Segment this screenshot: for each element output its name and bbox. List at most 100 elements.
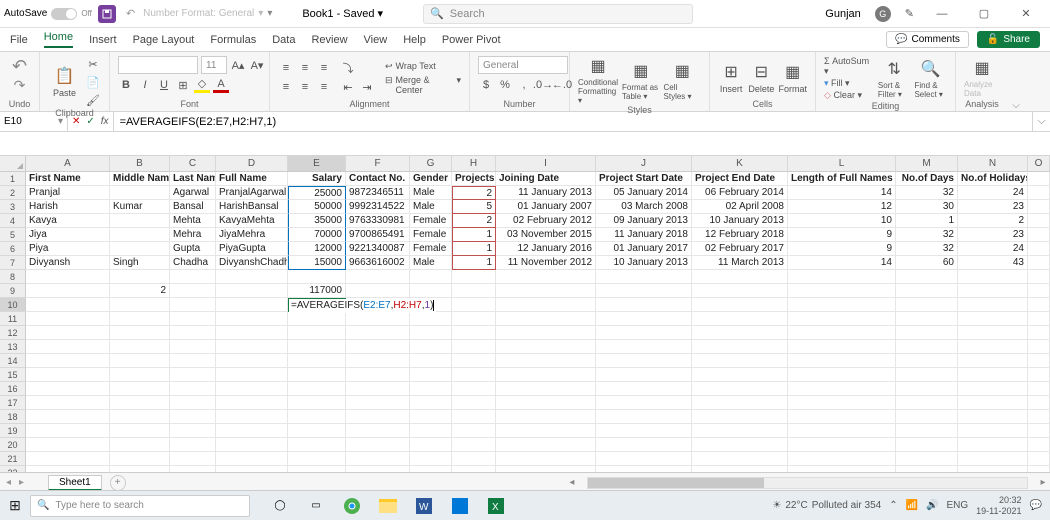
cell[interactable]: PiyaGupta (216, 242, 288, 256)
row-header[interactable]: 1 (0, 172, 26, 186)
cell[interactable] (692, 298, 788, 312)
cell[interactable]: 9700865491 (346, 228, 410, 242)
cell[interactable] (1028, 228, 1050, 242)
cell[interactable] (410, 284, 452, 298)
orientation-icon[interactable]: ⤵ (340, 60, 356, 76)
increase-indent-icon[interactable]: ⇥ (359, 79, 375, 95)
cell[interactable] (1028, 284, 1050, 298)
cell[interactable] (288, 326, 346, 340)
cell[interactable]: 32 (896, 228, 958, 242)
cell[interactable] (216, 326, 288, 340)
cell[interactable] (1028, 214, 1050, 228)
cell[interactable] (216, 270, 288, 284)
cell[interactable] (410, 340, 452, 354)
align-top-icon[interactable]: ≡ (278, 60, 294, 76)
cell[interactable] (110, 270, 170, 284)
row-header[interactable]: 9 (0, 284, 26, 298)
cell[interactable]: No.of Days (896, 172, 958, 186)
cell[interactable] (170, 424, 216, 438)
row-header[interactable]: 16 (0, 382, 26, 396)
align-center-icon[interactable]: ≡ (297, 79, 313, 95)
cell[interactable] (410, 270, 452, 284)
cell[interactable] (170, 382, 216, 396)
cell[interactable]: 2 (110, 284, 170, 298)
cell[interactable] (496, 368, 596, 382)
cell[interactable] (216, 410, 288, 424)
cell[interactable]: 70000 (288, 228, 346, 242)
cell[interactable] (288, 396, 346, 410)
undo-large-icon[interactable]: ↶ (12, 56, 27, 77)
tab-data[interactable]: Data (272, 34, 295, 46)
cell[interactable] (216, 452, 288, 466)
cell[interactable] (596, 298, 692, 312)
cell[interactable] (596, 424, 692, 438)
cell[interactable]: 10 January 2013 (596, 256, 692, 270)
cell[interactable] (958, 438, 1028, 452)
cell[interactable]: Gupta (170, 242, 216, 256)
cell[interactable] (170, 298, 216, 312)
accounting-icon[interactable]: $ (478, 77, 494, 93)
cell[interactable] (346, 354, 410, 368)
next-sheet-icon[interactable]: ▸ (19, 477, 24, 488)
cell[interactable] (1028, 172, 1050, 186)
cell[interactable]: Male (410, 200, 452, 214)
cell[interactable] (958, 298, 1028, 312)
cell[interactable]: Jiya (26, 228, 110, 242)
cell[interactable] (788, 326, 896, 340)
cell[interactable] (170, 326, 216, 340)
cell[interactable]: Mehra (170, 228, 216, 242)
fx-icon[interactable]: fx (101, 116, 109, 127)
cell[interactable] (452, 466, 496, 472)
cell[interactable] (26, 326, 110, 340)
cell[interactable] (1028, 452, 1050, 466)
cell[interactable]: 02 April 2008 (692, 200, 788, 214)
cell[interactable] (170, 410, 216, 424)
row-header[interactable]: 18 (0, 410, 26, 424)
cell[interactable]: 03 November 2015 (496, 228, 596, 242)
cell[interactable] (896, 466, 958, 472)
cell[interactable] (452, 298, 496, 312)
cell[interactable] (452, 410, 496, 424)
cell[interactable]: Singh (110, 256, 170, 270)
cell[interactable]: 25000 (288, 186, 346, 200)
chrome-icon[interactable] (342, 496, 362, 516)
cell[interactable] (410, 438, 452, 452)
cell[interactable]: No.of Holidays (958, 172, 1028, 186)
increase-decimal-icon[interactable]: .0→ (535, 77, 551, 93)
row-header[interactable]: 20 (0, 438, 26, 452)
cell[interactable] (410, 410, 452, 424)
formula-input[interactable]: =AVERAGEIFS(E2:E7,H2:H7,1) (114, 112, 1032, 131)
cell[interactable] (1028, 186, 1050, 200)
cell[interactable] (1028, 368, 1050, 382)
weather-widget[interactable]: ☀ 22°C Polluted air 354 (772, 500, 881, 511)
cell[interactable] (958, 382, 1028, 396)
col-header[interactable]: M (896, 156, 958, 171)
cell[interactable]: 11 January 2018 (596, 228, 692, 242)
cell[interactable] (958, 326, 1028, 340)
cell[interactable]: Middle Name (110, 172, 170, 186)
col-header[interactable]: D (216, 156, 288, 171)
cell[interactable] (346, 284, 410, 298)
tab-file[interactable]: File (10, 34, 28, 46)
cell[interactable] (170, 312, 216, 326)
autosum-button[interactable]: Σ AutoSum ▾ (824, 56, 874, 77)
cell[interactable] (958, 270, 1028, 284)
cell[interactable]: 9221340087 (346, 242, 410, 256)
cell[interactable] (346, 312, 410, 326)
horizontal-scrollbar[interactable] (587, 477, 1028, 489)
cell[interactable]: Pranjal (26, 186, 110, 200)
cell[interactable] (452, 312, 496, 326)
cell[interactable] (596, 410, 692, 424)
cell[interactable] (788, 284, 896, 298)
cell[interactable] (110, 438, 170, 452)
cell[interactable]: 9872346511 (346, 186, 410, 200)
cell[interactable]: 35000 (288, 214, 346, 228)
cell[interactable]: 09 January 2013 (596, 214, 692, 228)
cell[interactable]: 12 (788, 200, 896, 214)
cell[interactable] (410, 396, 452, 410)
cell[interactable] (110, 340, 170, 354)
expand-formula-bar-icon[interactable]: ⌵ (1032, 112, 1050, 131)
cell[interactable] (958, 410, 1028, 424)
cell[interactable] (496, 298, 596, 312)
cell[interactable]: Bansal (170, 200, 216, 214)
